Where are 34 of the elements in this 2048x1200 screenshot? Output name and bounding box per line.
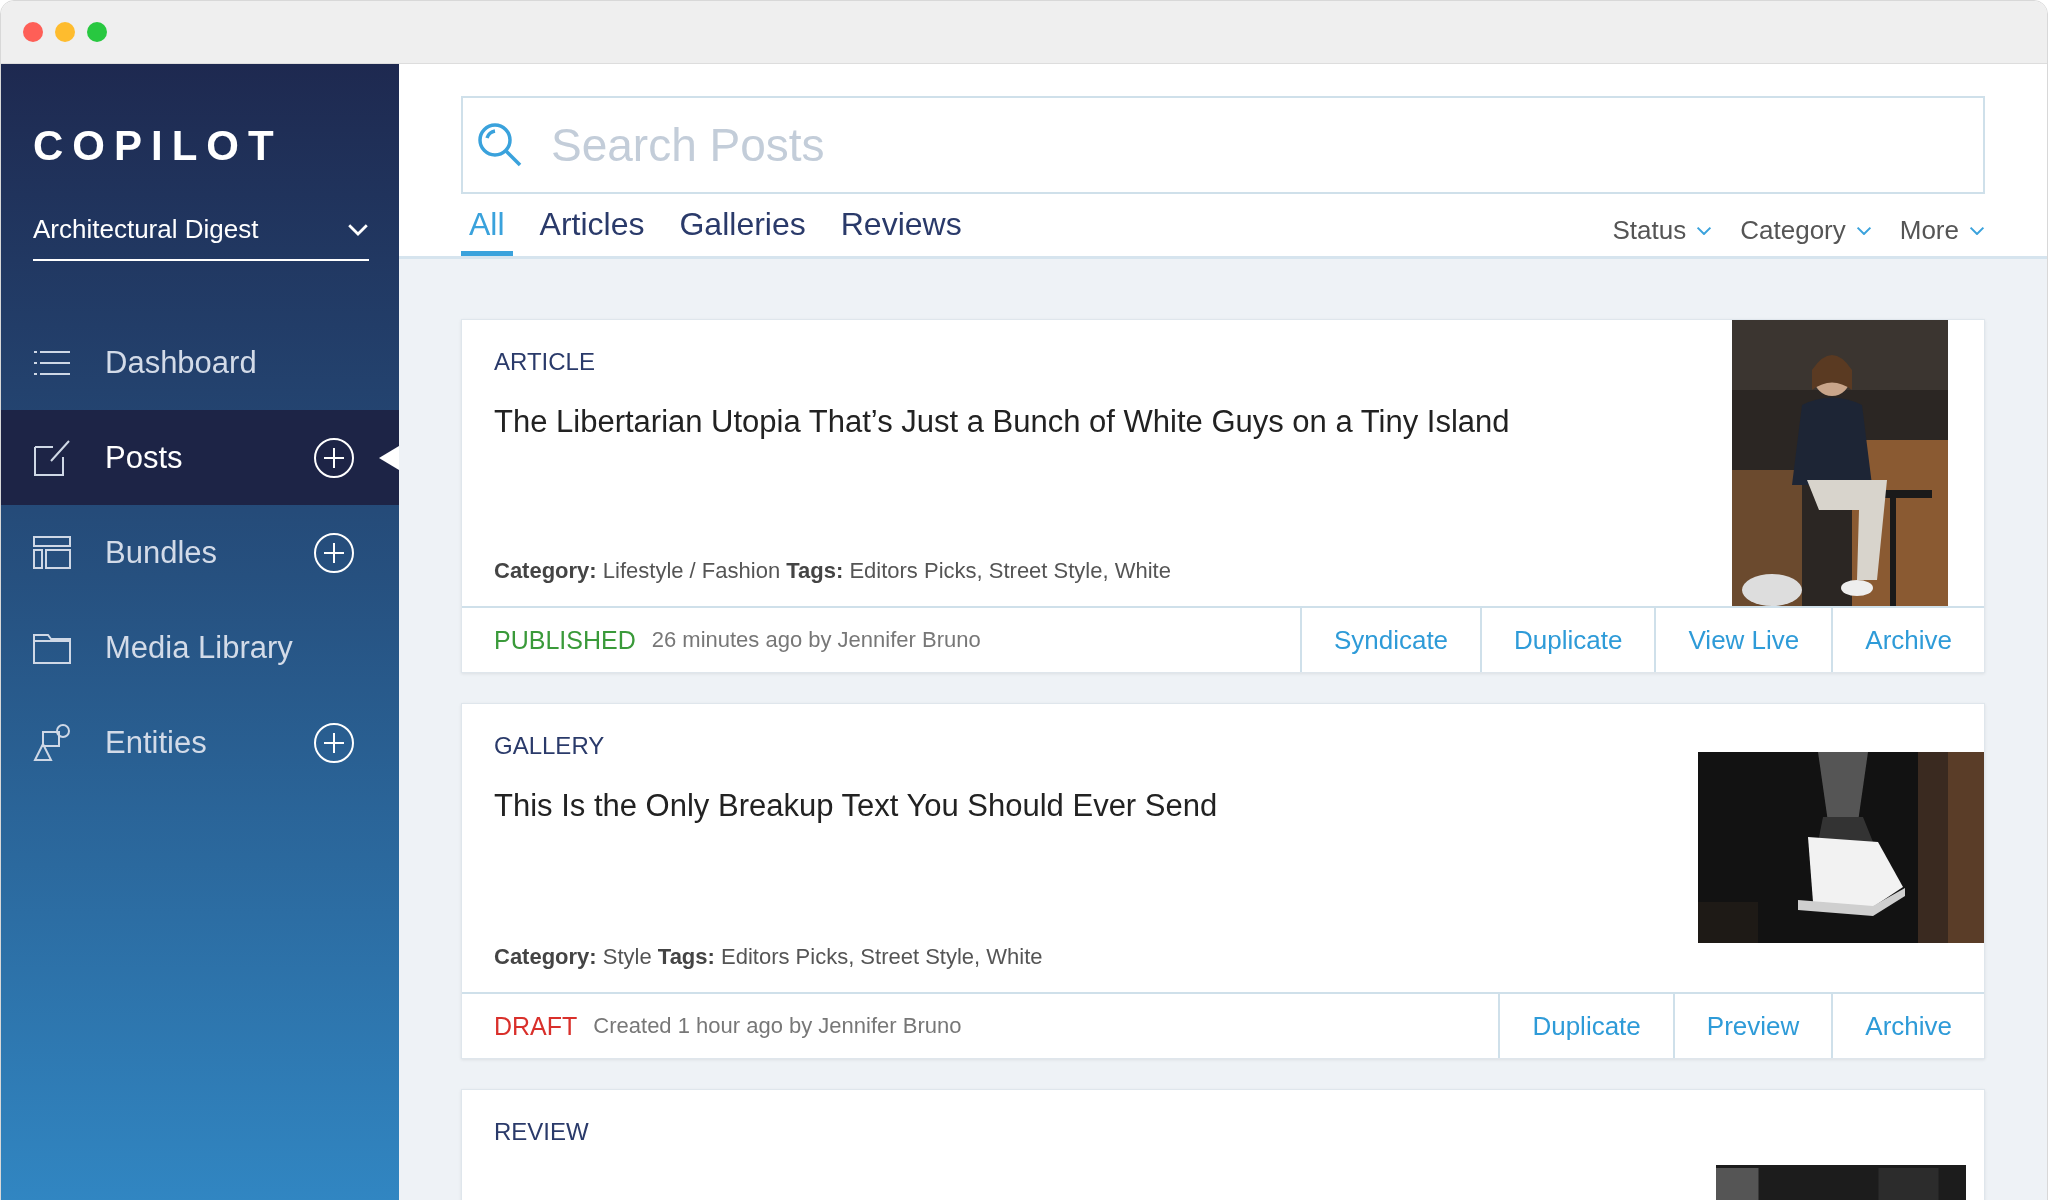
chevron-down-icon (1696, 225, 1713, 236)
filter-dropdown[interactable]: Status (1612, 215, 1713, 246)
publication-select[interactable]: Architectural Digest (33, 214, 369, 261)
sidebar-item[interactable]: Posts (1, 410, 399, 505)
tab[interactable]: Articles (531, 206, 653, 256)
search-field[interactable]: Search Posts (461, 96, 1985, 194)
post-meta: 26 minutes ago by Jennifer Bruno (651, 627, 981, 653)
tab[interactable]: Galleries (671, 206, 814, 256)
post-title[interactable]: This Is the Only Breakup Text You Should Ever Send (494, 788, 1666, 824)
post-details: Category: Lifestyle / Fashion Tags: Editors Picks, Street Style, White (494, 558, 1172, 584)
filter-dropdown[interactable]: Category (1740, 215, 1872, 246)
post-details: Category: Style Tags: Editors Picks, Street Style, White (494, 944, 1044, 970)
sidebar-item[interactable]: Media Library (1, 600, 399, 695)
post-title[interactable]: The Libertarian Utopia That’s Just a Bunch of White Guys on a Tiny Island (494, 404, 1700, 440)
post-type: ARTICLE (494, 348, 596, 376)
shapes-icon (31, 721, 73, 764)
post-type: GALLERY (494, 732, 606, 760)
sidebar-item[interactable]: Entities (1, 695, 399, 790)
chevron-down-icon (347, 222, 369, 237)
filter-dropdown[interactable]: More (1899, 215, 1985, 246)
add-icon[interactable] (313, 531, 355, 574)
add-icon[interactable] (313, 721, 355, 764)
chevron-down-icon (1969, 225, 1985, 236)
status-label: PUBLISHED (494, 625, 636, 655)
tab[interactable]: Reviews (832, 206, 970, 256)
logo: COPILOT (32, 122, 284, 170)
close-button[interactable] (23, 22, 43, 42)
chevron-down-icon (1855, 225, 1872, 236)
sidebar-item[interactable]: Bundles (1, 505, 399, 600)
status-label: DRAFT (494, 1011, 578, 1041)
add-icon[interactable] (313, 436, 355, 479)
post-type: REVIEW (494, 1118, 590, 1146)
post-meta: Created 1 hour ago by Jennifer Bruno (593, 1013, 962, 1039)
sidebar-item[interactable]: Dashboard (1, 315, 399, 410)
